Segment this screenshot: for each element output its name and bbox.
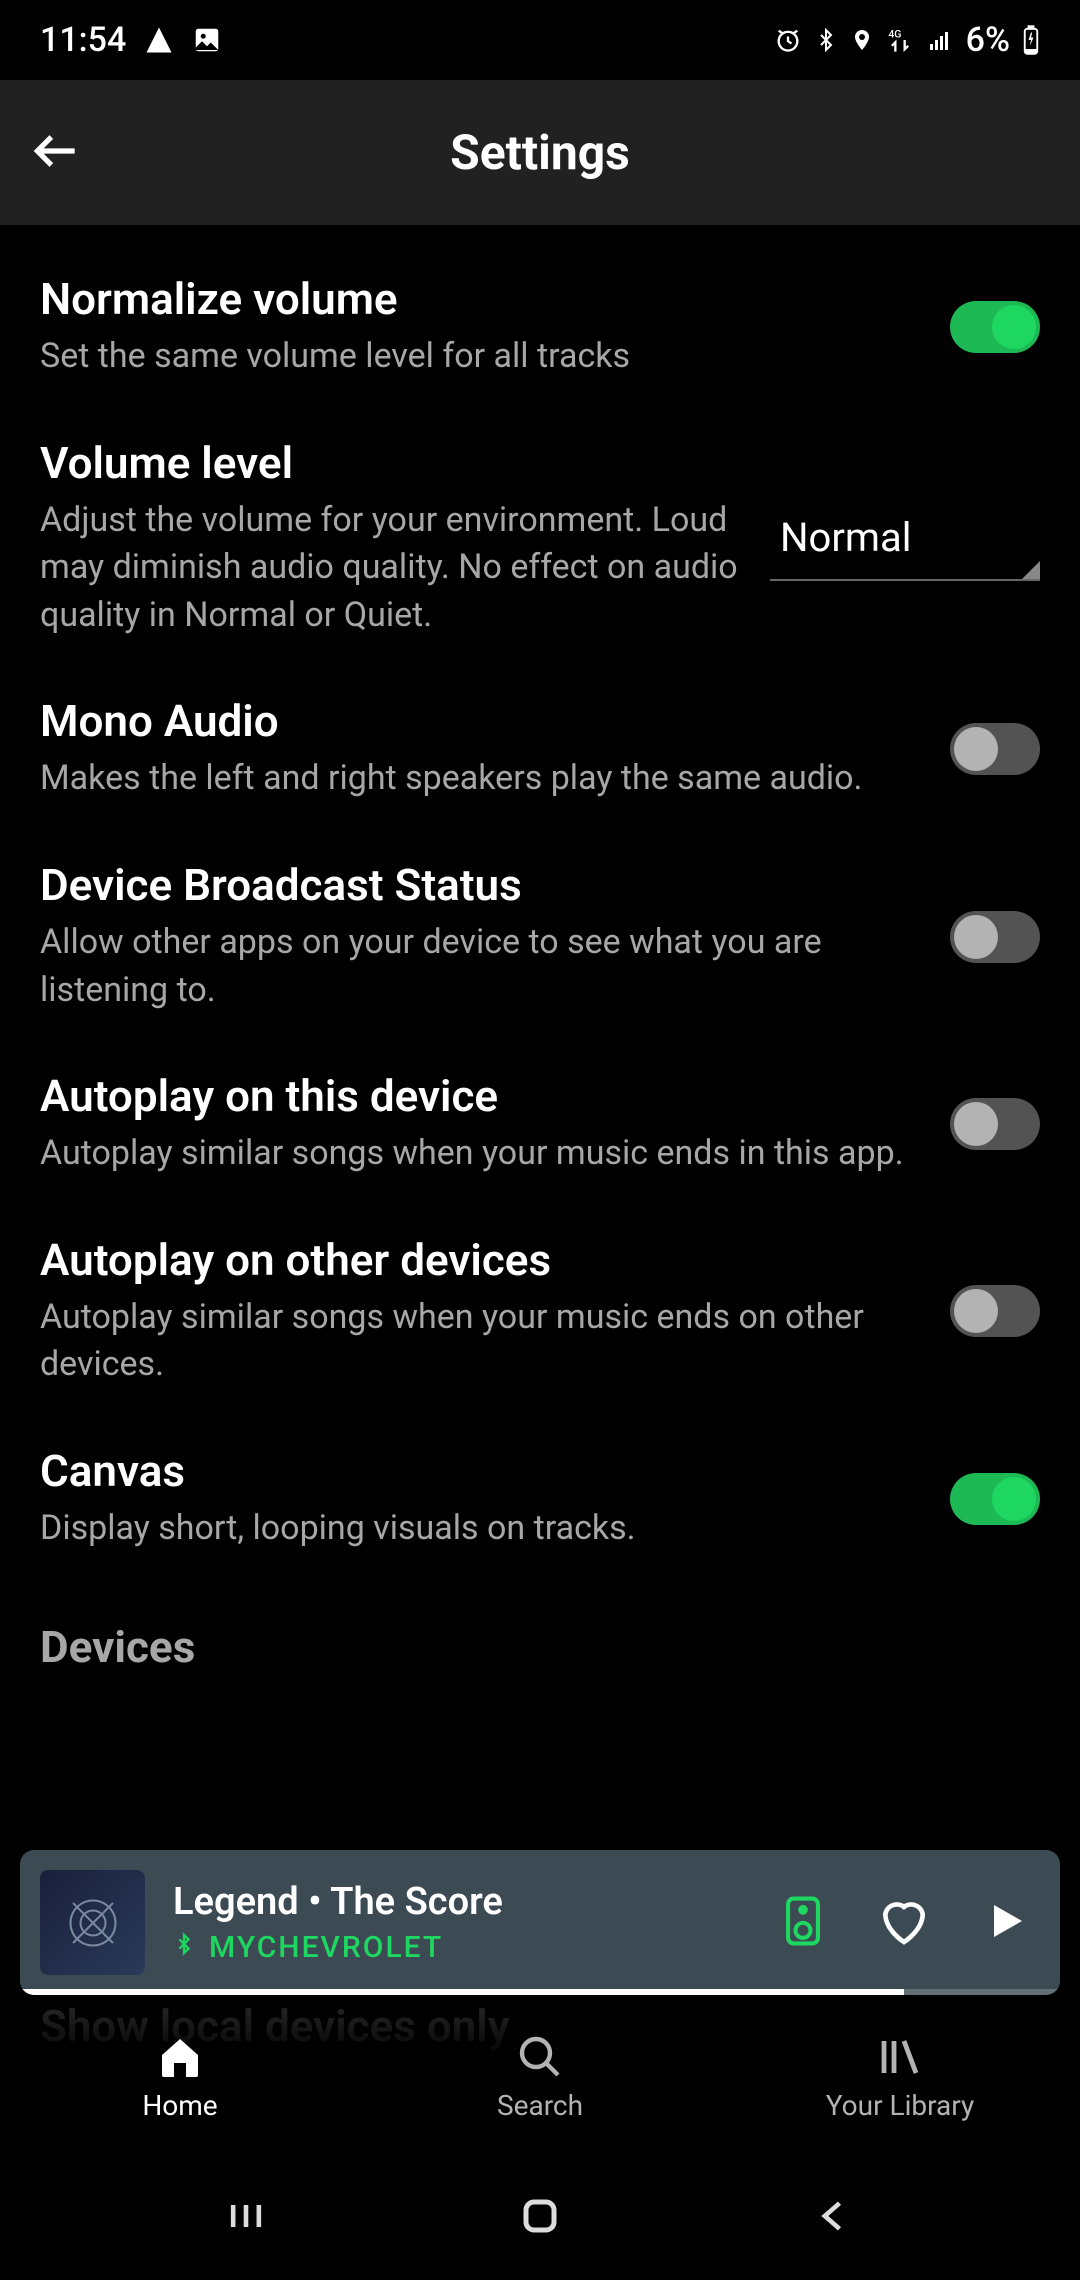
album-art [40,1870,145,1975]
setting-title: Volume level [40,437,740,489]
setting-desc: Makes the left and right speakers play t… [40,755,920,803]
alarm-icon [774,26,802,54]
toggle-autoplay-other-devices[interactable] [950,1285,1040,1337]
header: Settings [0,80,1080,225]
setting-autoplay-other-devices[interactable]: Autoplay on other devices Autoplay simil… [40,1206,1040,1417]
back-button[interactable] [28,123,84,183]
devices-icon[interactable] [780,1893,826,1953]
miniplayer[interactable]: Legend • The Score MYCHEVROLET [20,1850,1060,1995]
bottom-nav: Home Search Your Library [0,2000,1080,2155]
bluetooth-icon [814,26,838,54]
setting-desc: Allow other apps on your device to see w… [40,919,920,1014]
heart-icon[interactable] [876,1893,932,1953]
artist-name: The Score [330,1880,503,1924]
setting-title: Mono Audio [40,695,920,747]
tab-library[interactable]: Your Library [720,2000,1080,2155]
section-devices: Devices [40,1581,1040,1683]
setting-autoplay-this-device[interactable]: Autoplay on this device Autoplay similar… [40,1042,1040,1206]
setting-normalize-volume[interactable]: Normalize volume Set the same volume lev… [40,245,1040,409]
progress-bar[interactable] [20,1989,1060,1995]
notification-icon [144,25,174,55]
location-icon [850,26,874,54]
signal-icon [926,28,954,52]
play-icon[interactable] [982,1897,1030,1949]
tab-home[interactable]: Home [0,2000,360,2155]
tab-label: Your Library [826,2089,975,2122]
tab-label: Home [142,2089,217,2122]
data-icon: 4G [886,26,914,54]
progress-fill [20,1989,904,1995]
setting-title: Autoplay on other devices [40,1234,920,1286]
bluetooth-small-icon [173,1930,195,1965]
setting-title: Canvas [40,1445,920,1497]
image-icon [192,25,222,55]
back-system-button[interactable] [812,2194,856,2242]
toggle-mono-audio[interactable] [950,723,1040,775]
tab-search[interactable]: Search [360,2000,720,2155]
setting-canvas[interactable]: Canvas Display short, looping visuals on… [40,1417,1040,1581]
battery-icon [1022,25,1040,55]
setting-title: Normalize volume [40,273,920,325]
playback-device: MYCHEVROLET [209,1930,443,1965]
setting-desc: Set the same volume level for all tracks [40,333,920,381]
toggle-canvas[interactable] [950,1473,1040,1525]
setting-mono-audio[interactable]: Mono Audio Makes the left and right spea… [40,667,1040,831]
dropdown-volume-level[interactable]: Normal [770,494,1040,581]
setting-desc: Autoplay similar songs when your music e… [40,1130,920,1178]
setting-title: Device Broadcast Status [40,859,920,911]
track-name: Legend [173,1880,299,1924]
toggle-device-broadcast[interactable] [950,911,1040,963]
settings-list: Normalize volume Set the same volume lev… [0,225,1080,1683]
system-nav [0,2155,1080,2280]
status-time: 11:54 [40,20,126,60]
toggle-autoplay-this-device[interactable] [950,1098,1040,1150]
setting-desc: Autoplay similar songs when your music e… [40,1294,920,1389]
status-bar: 11:54 4G 6% [0,0,1080,80]
page-title: Settings [0,124,1080,181]
toggle-normalize-volume[interactable] [950,301,1040,353]
home-button[interactable] [516,2192,564,2244]
setting-desc: Display short, looping visuals on tracks… [40,1505,920,1553]
tab-label: Search [497,2089,583,2122]
track-title-line: Legend • The Score [173,1880,780,1924]
setting-title: Autoplay on this device [40,1070,920,1122]
recents-button[interactable] [224,2194,268,2242]
status-battery-percent: 6% [966,20,1010,60]
setting-volume-level[interactable]: Volume level Adjust the volume for your … [40,409,1040,668]
svg-text:4G: 4G [888,28,901,41]
setting-device-broadcast[interactable]: Device Broadcast Status Allow other apps… [40,831,1040,1042]
setting-desc: Adjust the volume for your environment. … [40,497,740,640]
